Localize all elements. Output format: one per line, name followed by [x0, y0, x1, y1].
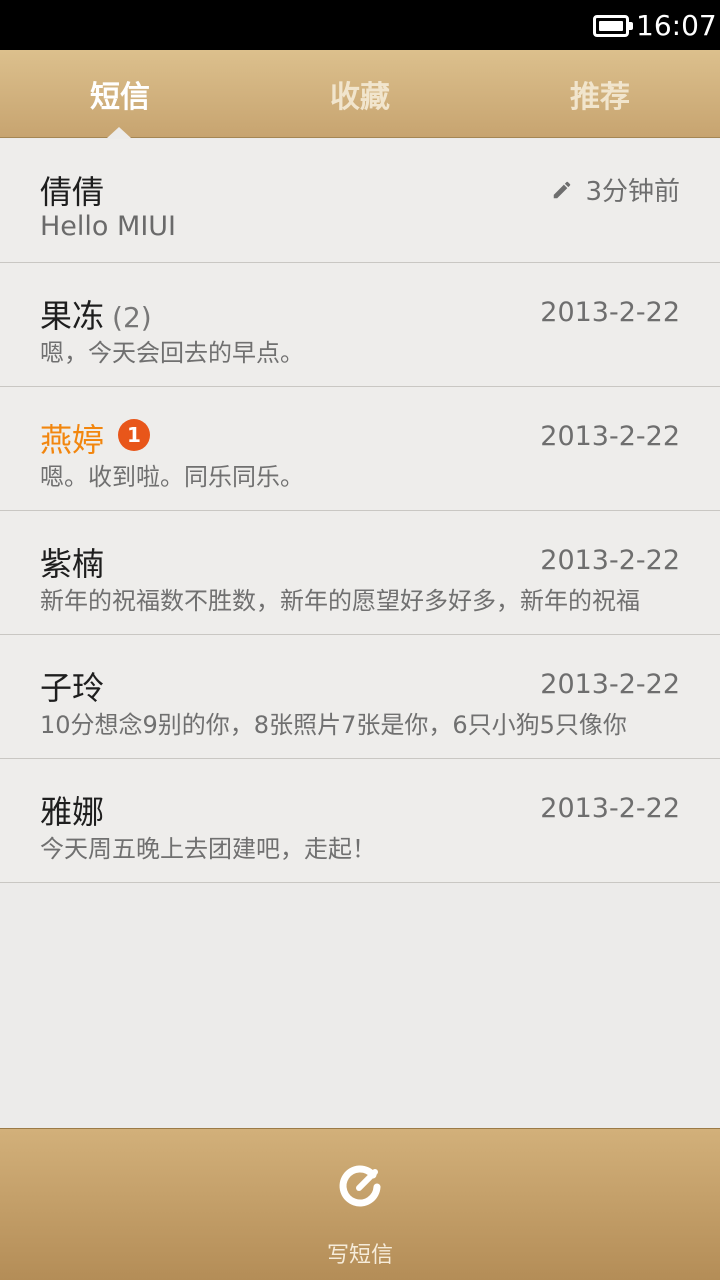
- contact-name: 燕婷: [40, 421, 105, 459]
- conversation-row[interactable]: 雅娜 2013-2-22 今天周五晚上去团建吧，走起！: [0, 759, 720, 883]
- contact-name: 雅娜: [40, 793, 105, 831]
- active-tab-indicator: [107, 127, 131, 138]
- message-date: 2013-2-22: [540, 421, 680, 452]
- message-date: 2013-2-22: [540, 793, 680, 824]
- status-bar: 16:07: [0, 0, 720, 50]
- messaging-screen: 16:07 短信 收藏 推荐 倩倩 3分钟前 Hello MIUI 果冻 (2) …: [0, 0, 720, 1280]
- status-time: 16:07: [636, 9, 717, 42]
- message-preview: 新年的祝福数不胜数，新年的愿望好多好多，新年的祝福: [40, 587, 640, 615]
- contact-name-text: 果冻: [40, 297, 105, 335]
- conversation-row[interactable]: 紫楠 2013-2-22 新年的祝福数不胜数，新年的愿望好多好多，新年的祝福: [0, 511, 720, 635]
- contact-name: 倩倩: [40, 173, 105, 211]
- message-preview: 10分想念9别的你，8张照片7张是你，6只小狗5只像你: [40, 711, 627, 739]
- contact-name: 子玲: [40, 669, 105, 707]
- conversation-row[interactable]: 燕婷 1 2013-2-22 嗯。收到啦。同乐同乐。: [0, 387, 720, 511]
- unread-badge: 1: [118, 419, 150, 451]
- battery-icon: [593, 15, 633, 37]
- contact-name: 紫楠: [40, 545, 105, 583]
- message-date: 2013-2-22: [540, 297, 680, 328]
- draft-indicator: 3分钟前: [551, 171, 680, 208]
- tab-favorites[interactable]: 收藏: [240, 50, 480, 138]
- message-date: 2013-2-22: [540, 545, 680, 576]
- tab-recommended[interactable]: 推荐: [480, 50, 720, 138]
- bottom-action-bar: 写短信: [0, 1128, 720, 1280]
- conversation-row[interactable]: 果冻 (2) 2013-2-22 嗯，今天会回去的早点。: [0, 263, 720, 387]
- conversation-list: 倩倩 3分钟前 Hello MIUI 果冻 (2) 2013-2-22 嗯，今天会…: [0, 139, 720, 883]
- message-preview: 嗯，今天会回去的早点。: [40, 339, 304, 367]
- conversation-row[interactable]: 倩倩 3分钟前 Hello MIUI: [0, 139, 720, 263]
- message-preview: 今天周五晚上去团建吧，走起！: [40, 835, 376, 863]
- message-preview: 嗯。收到啦。同乐同乐。: [40, 463, 304, 491]
- tab-messages[interactable]: 短信: [0, 50, 240, 138]
- pencil-icon: [554, 181, 571, 198]
- message-preview: Hello MIUI: [40, 211, 177, 242]
- message-date: 2013-2-22: [540, 669, 680, 700]
- compose-button[interactable]: 写短信: [0, 1237, 720, 1269]
- compose-icon[interactable]: [337, 1163, 383, 1209]
- draft-time: 3分钟前: [585, 177, 680, 207]
- tab-bar: 短信 收藏 推荐: [0, 50, 720, 138]
- contact-name: 果冻 (2): [40, 291, 152, 337]
- message-count: (2): [112, 301, 152, 334]
- conversation-row[interactable]: 子玲 2013-2-22 10分想念9别的你，8张照片7张是你，6只小狗5只像你: [0, 635, 720, 759]
